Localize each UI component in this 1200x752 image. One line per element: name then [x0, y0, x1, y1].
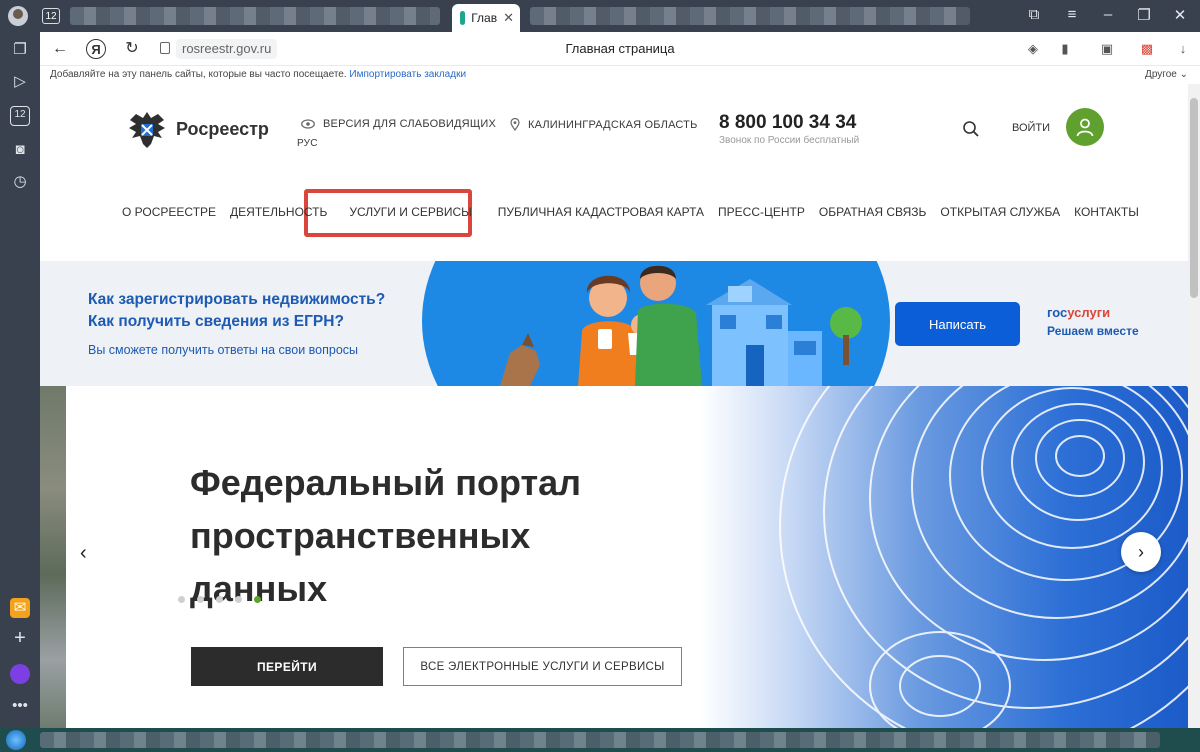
browser-tab-bar: 12 Глав ✕ ⧉ ≡ – ❐ ✕	[0, 0, 1200, 32]
menu-item-open-service[interactable]: ОТКРЫТАЯ СЛУЖБА	[940, 205, 1060, 219]
add-icon[interactable]: +	[10, 628, 30, 648]
protect-icon[interactable]: ◈	[1024, 40, 1042, 58]
slider-prev-arrow-icon[interactable]: ‹	[80, 542, 87, 565]
tab-active[interactable]: Глав ✕	[452, 4, 520, 32]
hero-slider: ‹ Федеральный портал пространственных да…	[40, 386, 1188, 728]
tab-label: Глав	[471, 11, 498, 25]
menu-item-feedback[interactable]: ОБРАТНАЯ СВЯЗЬ	[819, 205, 927, 219]
bookmarks-bar: Добавляйте на эту панель сайты, которые …	[40, 66, 1200, 84]
gosuslugi-logo[interactable]: госуслуги	[1047, 305, 1110, 320]
slider-next-arrow-icon[interactable]: ›	[1121, 532, 1161, 572]
region-selector[interactable]: КАЛИНИНГРАДСКАЯ ОБЛАСТЬ	[510, 118, 698, 131]
bookmark-icon[interactable]: ▮	[1056, 40, 1074, 58]
collections-icon[interactable]: ❐	[10, 40, 30, 60]
go-button[interactable]: ПЕРЕЙТИ	[191, 647, 383, 686]
tabs-count-icon[interactable]: 12	[10, 106, 30, 126]
hero-title: Федеральный портал пространственных данн…	[190, 462, 582, 609]
menu-item-press-center[interactable]: ПРЕСС-ЦЕНТР	[718, 205, 805, 219]
banner-question-1: Как зарегистрировать недвижимость?	[88, 291, 386, 308]
minimize-icon[interactable]: –	[1098, 6, 1118, 23]
menu-item-services[interactable]: УСЛУГИ И СЕРВИСЫ	[349, 205, 471, 219]
import-bookmarks-link[interactable]: Импортировать закладки	[349, 69, 466, 80]
eye-icon	[301, 119, 315, 129]
menu-icon[interactable]: ≡	[1062, 6, 1082, 23]
region-label: КАЛИНИНГРАДСКАЯ ОБЛАСТЬ	[528, 118, 698, 131]
slider-dot[interactable]	[235, 596, 242, 603]
gosuslugi-logo-part1: гос	[1047, 305, 1068, 320]
accessibility-label: ВЕРСИЯ ДЛЯ СЛАБОВИДЯЩИХ	[323, 118, 496, 130]
play-icon[interactable]: ▷	[10, 72, 30, 92]
close-tab-icon[interactable]: ✕	[503, 10, 514, 26]
scrollbar-thumb[interactable]	[1190, 98, 1198, 298]
gosuslugi-banner[interactable]: Как зарегистрировать недвижимость? Как п…	[40, 261, 1188, 386]
gosuslugi-tagline: Решаем вместе	[1047, 324, 1139, 338]
accessibility-link[interactable]: ВЕРСИЯ ДЛЯ СЛАБОВИДЯЩИХ	[301, 118, 496, 130]
language-label: РУС	[297, 138, 318, 149]
hero-topographic-background	[700, 386, 1188, 728]
mail-icon[interactable]: ✉	[10, 598, 30, 618]
user-icon	[1076, 118, 1094, 137]
banner-question-2: Как получить сведения из ЕГРН?	[88, 313, 344, 330]
extension-icon[interactable]: ▩	[1138, 40, 1156, 58]
close-window-icon[interactable]: ✕	[1170, 6, 1190, 24]
hero-left-photo-edge	[40, 386, 66, 728]
topographic-lines-illustration	[779, 386, 1188, 728]
slider-dot[interactable]	[197, 596, 204, 603]
search-icon[interactable]	[962, 120, 980, 138]
slider-dot[interactable]	[216, 596, 223, 603]
rosreestr-favicon-icon	[460, 11, 466, 25]
menu-item-about[interactable]: О РОСРЕЕСТРЕ	[122, 205, 216, 219]
slider-dot[interactable]	[178, 596, 185, 603]
reader-icon[interactable]: ▣	[1098, 40, 1116, 58]
slider-dot-active[interactable]	[254, 596, 261, 603]
bookmarks-panel-icon[interactable]: ⧉	[1024, 6, 1044, 23]
restore-icon[interactable]: ❐	[1134, 6, 1154, 24]
all-services-button[interactable]: ВСЕ ЭЛЕКТРОННЫЕ УСЛУГИ И СЕРВИСЫ	[403, 647, 682, 686]
other-bookmarks-label: Другое	[1145, 69, 1177, 80]
browser-sidebar: ❐ ▷ 12 ◙ ◷ ✉ + •••	[0, 32, 40, 728]
history-icon[interactable]: ◷	[10, 172, 30, 192]
blurred-tabs-left	[70, 7, 440, 25]
other-bookmarks-button[interactable]: Другое ⌄	[1145, 66, 1188, 84]
start-button-icon[interactable]	[6, 730, 26, 750]
page-scrollbar[interactable]	[1188, 84, 1200, 728]
write-button[interactable]: Написать	[895, 302, 1020, 346]
banner-questions: Как зарегистрировать недвижимость? Как п…	[88, 289, 385, 333]
hotline-note: Звонок по России бесплатный	[719, 135, 860, 146]
profile-avatar[interactable]	[8, 6, 28, 26]
address-bar: ← Я ↻ rosreestr.gov.ru Главная страница …	[40, 32, 1200, 66]
blurred-taskbar-items	[40, 732, 1160, 748]
slider-dots	[178, 596, 261, 603]
family-house-illustration	[500, 265, 862, 386]
login-link[interactable]: ВОЙТИ	[1012, 122, 1050, 134]
more-icon[interactable]: •••	[10, 696, 30, 716]
bookmarks-hint: Добавляйте на эту панель сайты, которые …	[50, 69, 347, 80]
language-switch[interactable]: РУС	[297, 138, 318, 149]
blurred-tabs-right	[530, 7, 970, 25]
menu-item-activity[interactable]: ДЕЯТЕЛЬНОСТЬ	[230, 205, 327, 219]
alice-icon[interactable]	[10, 664, 30, 684]
main-menu: О РОСРЕЕСТРЕ ДЕЯТЕЛЬНОСТЬ УСЛУГИ И СЕРВИ…	[122, 205, 1153, 219]
user-account-button[interactable]	[1066, 108, 1104, 146]
downloads-icon[interactable]: ↓	[1174, 40, 1192, 58]
web-page: Росреестр ВЕРСИЯ ДЛЯ СЛАБОВИДЯЩИХ РУС КА…	[40, 84, 1188, 728]
camera-icon[interactable]: ◙	[10, 140, 30, 160]
menu-item-contacts[interactable]: КОНТАКТЫ	[1074, 205, 1139, 219]
hotline-phone[interactable]: 8 800 100 34 34	[719, 112, 856, 134]
tab-count-badge[interactable]: 12	[42, 8, 60, 24]
location-pin-icon	[510, 118, 520, 131]
menu-item-cadastral-map[interactable]: ПУБЛИЧНАЯ КАДАСТРОВАЯ КАРТА	[498, 205, 704, 219]
banner-subtitle: Вы сможете получить ответы на свои вопро…	[88, 343, 359, 357]
eagle-emblem-icon	[129, 112, 165, 148]
gosuslugi-logo-part2: услуги	[1067, 305, 1111, 320]
os-taskbar	[0, 728, 1200, 752]
rosreestr-logo[interactable]: Росреестр	[124, 106, 269, 152]
logo-text: Росреестр	[176, 118, 269, 139]
